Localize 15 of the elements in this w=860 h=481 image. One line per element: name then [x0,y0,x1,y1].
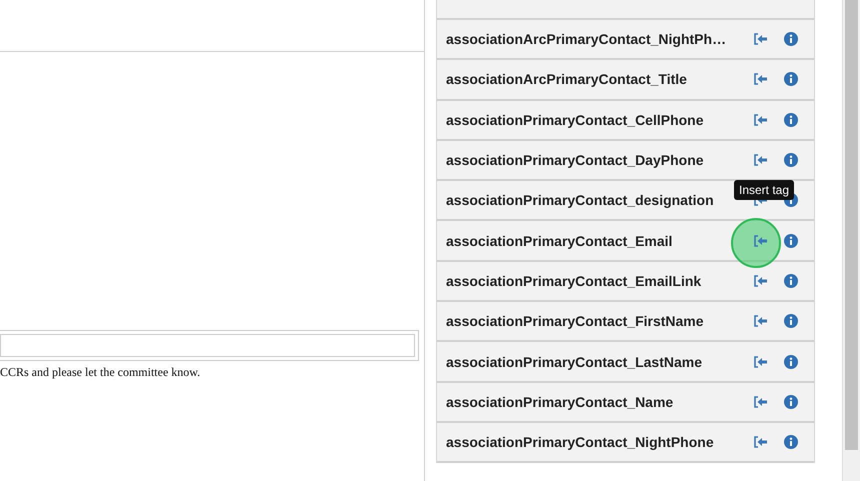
tag-name: associationPrimaryContact_EmailLink [446,272,702,289]
tag-name: associationPrimaryContact_Email [446,232,674,249]
tag-name: associationPrimaryContact_DayPhone [446,152,705,168]
tag-name: associationPrimaryContact_NightPhone [446,434,715,450]
tag-name: associationPrimaryContact_Name [446,394,674,410]
tag-name: associationPrimaryContact_designation [446,192,715,208]
tag-name: associationPrimaryContact_CellPhone [446,112,705,128]
body-text: CCRs and please let the committee know. [0,365,202,380]
scrollbar[interactable] [842,0,860,481]
tag-name: associationPrimaryContact_LastName [446,354,703,370]
tag-name: associationPrimaryContact_FirstName [446,313,705,330]
tag-name: associationArcPrimaryContact_Title [446,71,688,88]
tag-name: associationArcPrimaryContact_NightPh… [446,31,728,48]
tooltip: Insert tag [734,180,794,200]
input-field[interactable] [0,330,419,361]
